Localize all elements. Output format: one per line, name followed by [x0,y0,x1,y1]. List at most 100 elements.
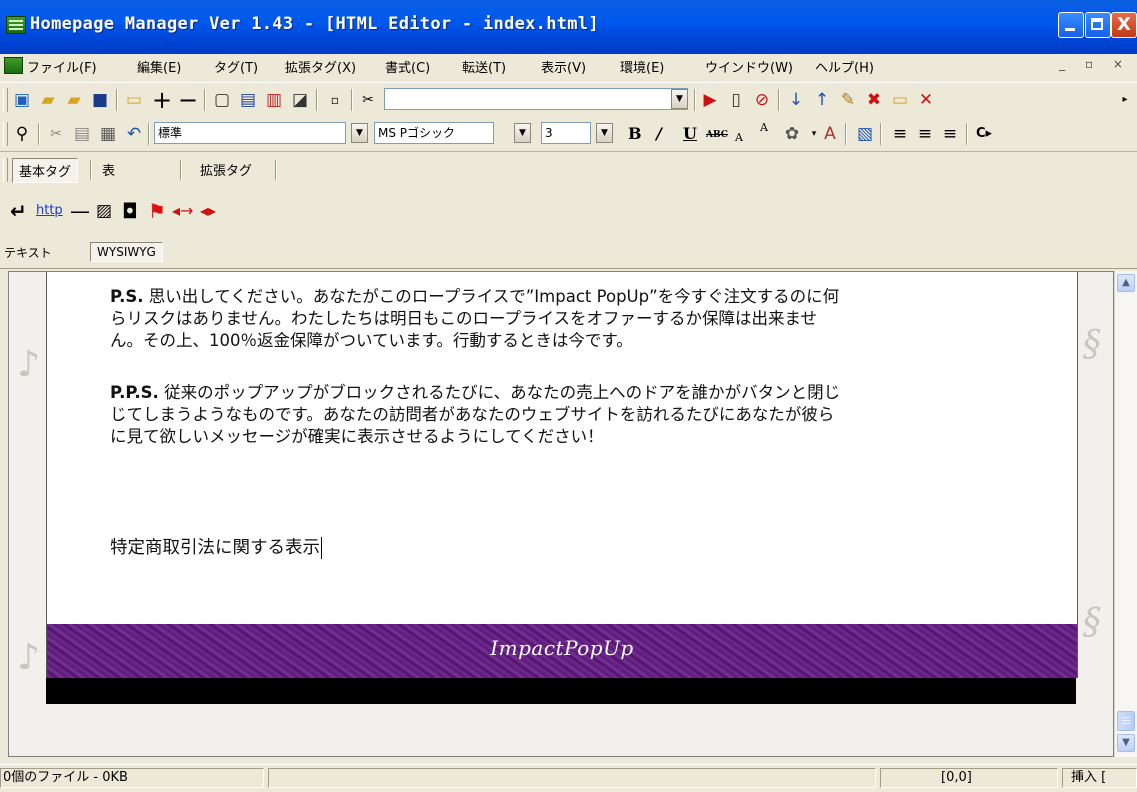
url-combo-arrow[interactable]: ▼ [671,89,688,109]
menu-ext-tag[interactable]: 拡張タグ(X) [285,57,356,76]
title-bar[interactable]: Homepage Manager Ver 1.43 - [HTML Editor… [0,0,1137,54]
toolbar-separator [880,123,882,145]
background-decoration: § [1083,324,1101,365]
folder-icon-2[interactable]: ▭ [890,90,910,110]
background-decoration: ♪ [17,344,40,385]
tab-text[interactable]: テキスト [4,244,52,261]
frame-icon[interactable]: ◘ [122,200,138,222]
font-color-icon[interactable]: A [820,124,840,144]
superscript-icon[interactable]: A [760,121,768,134]
line-break-icon[interactable]: ↵ [10,200,27,222]
maximize-button[interactable] [1085,12,1111,38]
play-icon[interactable]: ▶ [700,90,720,110]
paste-icon[interactable]: ▦ [98,124,118,144]
color-palette-icon[interactable]: ✿ [782,124,802,144]
tag-tab-row: 基本タグ 表 拡張タグ [0,153,1137,187]
scroll-thumb[interactable] [1117,711,1135,731]
upload-arrow-icon[interactable]: ↑ [812,90,832,110]
delete-folder-icon[interactable]: ✕ [916,90,936,110]
stop-icon[interactable]: ⊘ [752,90,772,110]
menu-view[interactable]: 表示(V) [541,57,586,76]
menu-edit[interactable]: 編集(E) [137,57,181,76]
wysiwyg-editor[interactable]: ♪ § ♪ § P.S. 思い出してください。あなたがこのロープライスで”Imp… [8,271,1114,757]
app-icon[interactable] [6,16,26,34]
close-button[interactable]: X [1111,12,1137,38]
delete-icon[interactable]: ✖ [864,90,884,110]
save-icon[interactable]: ■ [90,90,110,110]
anchor-flag-icon[interactable]: ⚑ [148,200,166,222]
font-size-combo[interactable]: 3 [541,122,591,144]
edit-brush-icon[interactable]: ✎ [838,90,858,110]
download-arrow-icon[interactable]: ↓ [786,90,806,110]
find-binoculars-icon[interactable]: ⚲ [12,124,32,144]
toolbar-grip[interactable] [3,88,8,112]
menu-help[interactable]: ヘルプ(H) [815,57,874,76]
open-folder-2-icon[interactable]: ▰ [64,90,84,110]
font-size-combo-arrow[interactable]: ▼ [596,123,613,143]
pps-line-3: に見て欲しいメッセージが確実に表示させるようにしてください！ [110,427,604,446]
insert-image-icon[interactable]: ▧ [855,124,875,144]
underline-icon[interactable]: U [683,124,697,143]
folder-icon[interactable]: ▭ [124,90,144,110]
menu-environment[interactable]: 環境(E) [620,57,664,76]
horizontal-rule-icon[interactable]: — [70,200,90,222]
menu-transfer[interactable]: 転送(T) [462,57,506,76]
toolbar-overflow-icon[interactable]: ▸ [1115,90,1135,110]
text-doc-icon[interactable]: ▤ [238,90,258,110]
subscript-icon[interactable]: A [735,131,743,144]
italic-icon[interactable]: / [656,124,662,143]
menu-format[interactable]: 書式(C) [385,57,430,76]
menu-file[interactable]: ファイル(F) [27,57,97,76]
cut-scissors-icon[interactable]: ✂ [358,90,378,110]
document-icon[interactable] [4,57,23,74]
toolbar-overflow-icon-2[interactable]: C▸ [974,124,994,144]
minimize-button[interactable] [1058,12,1084,38]
link-icon[interactable]: http [36,200,63,222]
mdi-window-controls[interactable]: _ ▫ × [1059,57,1131,71]
style-combo-arrow[interactable]: ▼ [351,123,368,143]
font-combo-arrow[interactable]: ▼ [514,123,531,143]
tab-wysiwyg[interactable]: WYSIWYG [90,242,163,262]
menu-tag[interactable]: タグ(T) [214,57,258,76]
web-doc-icon[interactable]: ▥ [264,90,284,110]
remove-icon[interactable]: − [178,88,198,112]
toolbar-separator [148,123,150,145]
arrow-right-icon[interactable]: ◂▸ [200,200,216,222]
scroll-down-button[interactable]: ▼ [1117,734,1135,752]
page-content[interactable]: P.S. 思い出してください。あなたがこのロープライスで”Impact PopU… [46,272,1078,624]
tab-extended-tags[interactable]: 拡張タグ [200,160,252,179]
tab-basic-tags[interactable]: 基本タグ [12,158,79,183]
add-icon[interactable]: + [152,88,172,112]
copy-icon[interactable]: ▤ [72,124,92,144]
form-icon[interactable]: ▨ [96,200,112,222]
new-page-icon[interactable]: ▣ [12,90,32,110]
format-toolbar: ⚲ ✂ ▤ ▦ ↶ 標準 ▼ MS Pゴシック ▼ 3 ▼ B / U ABC … [0,117,1137,152]
arrow-left-icon[interactable]: ◂→ [172,200,193,222]
scroll-up-button[interactable]: ▲ [1117,274,1135,292]
server-icon[interactable]: ▯ [726,90,746,110]
strikethrough-icon[interactable]: ABC [706,130,728,140]
open-folder-icon[interactable]: ▰ [38,90,58,110]
toolbar-separator [351,89,353,111]
window-icon[interactable]: ▫ [325,90,345,110]
style-combo[interactable]: 標準 [154,122,346,144]
align-center-icon[interactable]: ≡ [915,124,935,144]
image-doc-icon[interactable]: ◪ [290,90,310,110]
bold-icon[interactable]: B [628,124,642,143]
menu-window[interactable]: ウインドウ(W) [705,57,793,76]
font-combo[interactable]: MS Pゴシック [374,122,494,144]
url-combo[interactable] [384,88,688,110]
preview-icon[interactable]: ▢ [212,90,232,110]
align-left-icon[interactable]: ≡ [890,124,910,144]
align-right-icon[interactable]: ≡ [940,124,960,144]
undo-icon[interactable]: ↶ [124,124,144,144]
toolbar-grip[interactable] [3,158,8,182]
cut-icon[interactable]: ✂ [46,124,66,144]
tab-table[interactable]: 表 [102,160,115,179]
ps-label: P.S. [110,287,144,306]
toolbar-grip[interactable] [3,122,8,146]
vertical-scrollbar[interactable]: ▲ ▼ [1114,271,1137,757]
specific-trade-notice[interactable]: 特定商取引法に関する表示 [110,534,322,559]
menu-bar: ファイル(F) 編集(E) タグ(T) 拡張タグ(X) 書式(C) 転送(T) … [0,54,1137,78]
toolbar-separator [38,123,40,145]
